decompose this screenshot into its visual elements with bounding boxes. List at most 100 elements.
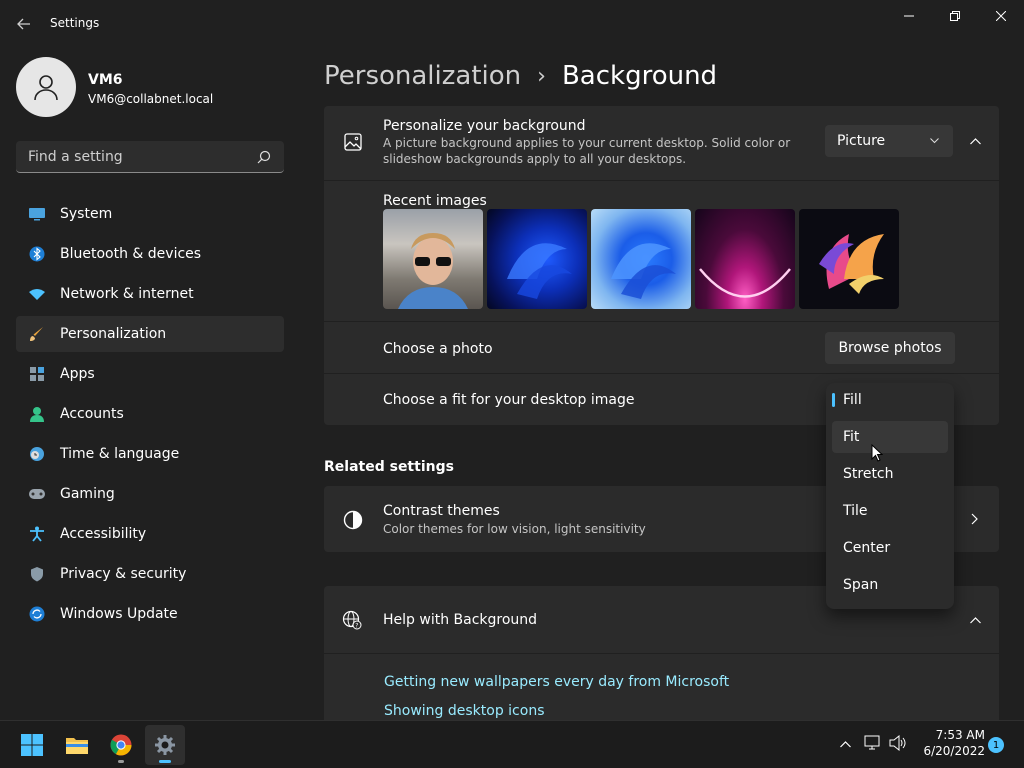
update-icon [28,605,46,623]
selected-indicator [832,393,835,407]
clock-time: 7:53 AM [935,728,985,742]
network-status-icon[interactable] [864,735,882,751]
chrome-button[interactable] [101,726,141,764]
sidebar-item-accounts[interactable]: Accounts [16,396,284,432]
browse-photos-button[interactable]: Browse photos [825,332,955,364]
clock-date: 6/20/2022 [923,744,985,758]
fit-option-span[interactable]: Span [832,569,948,601]
active-app-indicator [159,760,171,763]
window-title: Settings [50,16,100,30]
background-desc-line1: A picture background applies to your cur… [383,136,791,150]
sidebar-item-windows-update[interactable]: Windows Update [16,596,284,632]
file-explorer-button[interactable] [57,726,97,764]
search-input[interactable] [26,146,250,168]
show-hidden-icons-button[interactable] [836,735,854,753]
avatar[interactable] [16,57,76,117]
minimize-icon [904,15,914,17]
fit-option-center[interactable]: Center [832,532,948,564]
background-desc-line2: slideshow backgrounds apply to all your … [383,152,687,166]
clock[interactable]: 7:53 AM 6/20/2022 [915,727,985,759]
gear-icon [155,735,175,755]
help-link-desktop-icons[interactable]: Showing desktop icons [384,703,545,719]
volume-icon[interactable] [889,735,907,751]
contrast-themes-desc: Color themes for low vision, light sensi… [383,522,646,536]
recent-image-2[interactable] [487,209,587,309]
fit-option-stretch[interactable]: Stretch [832,458,948,490]
recent-image-3[interactable] [591,209,691,309]
collapse-button[interactable] [962,128,988,154]
mouse-cursor-icon [871,444,883,462]
breadcrumb: Personalization › Background [324,58,717,94]
settings-taskbar-button[interactable] [145,725,185,765]
help-title: Help with Background [383,612,538,628]
chevron-up-icon [969,616,981,623]
person-icon [34,75,58,101]
search-icon [257,150,271,164]
bluetooth-icon [28,245,46,263]
chrome-icon [110,734,132,756]
notification-badge[interactable]: 1 [988,737,1004,753]
fit-option-fill[interactable]: Fill [832,384,948,416]
minimize-button[interactable] [886,0,932,32]
recent-image-4[interactable] [695,209,795,309]
shield-icon [28,565,46,583]
choose-fit-label: Choose a fit for your desktop image [383,392,635,408]
breadcrumb-separator: › [537,63,546,89]
globe-help-icon: ? [342,610,362,630]
chevron-up-icon [839,740,851,747]
wifi-icon [28,285,46,303]
chevron-down-icon [930,138,939,144]
help-collapse-button[interactable] [962,607,988,633]
sidebar-item-accessibility[interactable]: Accessibility [16,516,284,552]
sidebar-item-system[interactable]: System [16,196,284,232]
choose-photo-label: Choose a photo [383,341,493,357]
monitor-icon [28,205,46,223]
taskbar: 7:53 AM 6/20/2022 1 [0,720,1024,768]
person-icon [28,405,46,423]
sidebar-item-gaming[interactable]: Gaming [16,476,284,512]
close-button[interactable] [978,0,1024,32]
start-button[interactable] [12,726,52,764]
clock-globe-icon [28,445,46,463]
search-box[interactable] [16,141,284,173]
recent-image-5[interactable] [799,209,899,309]
fit-dropdown-menu: Fill Fit Stretch Tile Center Span [826,383,954,609]
page-title: Background [561,61,718,91]
close-icon [996,11,1006,21]
background-type-value: Picture [837,133,886,149]
recent-images-label: Recent images [383,193,487,209]
accessibility-icon [28,525,46,543]
sidebar-item-privacy[interactable]: Privacy & security [16,556,284,592]
running-indicator [118,760,124,763]
background-type-dropdown[interactable]: Picture [825,125,953,157]
background-title: Personalize your background [383,118,586,134]
gamepad-icon [28,485,46,503]
sidebar-item-bluetooth[interactable]: Bluetooth & devices [16,236,284,272]
svg-text:?: ? [355,622,358,629]
picture-icon [344,133,362,151]
brush-icon [28,325,46,343]
help-link-wallpapers[interactable]: Getting new wallpapers every day from Mi… [384,674,729,690]
windows-logo-icon [21,734,43,756]
sidebar-item-personalization[interactable]: Personalization [16,316,284,352]
recent-image-1[interactable] [383,209,483,309]
folder-icon [66,738,88,754]
sidebar-item-network[interactable]: Network & internet [16,276,284,312]
back-button[interactable] [10,10,38,38]
contrast-themes-title: Contrast themes [383,503,500,519]
apps-icon [28,365,46,383]
breadcrumb-parent[interactable]: Personalization [324,61,521,91]
back-arrow-icon [17,18,30,30]
personalize-background-card: Personalize your background A picture ba… [324,106,999,180]
chevron-up-icon [969,137,981,144]
chevron-right-icon [971,513,978,525]
user-name: VM6 [88,72,123,88]
fit-option-tile[interactable]: Tile [832,495,948,527]
maximize-button[interactable] [932,0,978,32]
sidebar-item-apps[interactable]: Apps [16,356,284,392]
title-bar: Settings [0,0,1024,48]
sidebar-item-time-language[interactable]: Time & language [16,436,284,472]
related-settings-heading: Related settings [324,459,454,475]
fit-option-fit[interactable]: Fit [832,421,948,453]
contrast-icon [343,510,363,530]
